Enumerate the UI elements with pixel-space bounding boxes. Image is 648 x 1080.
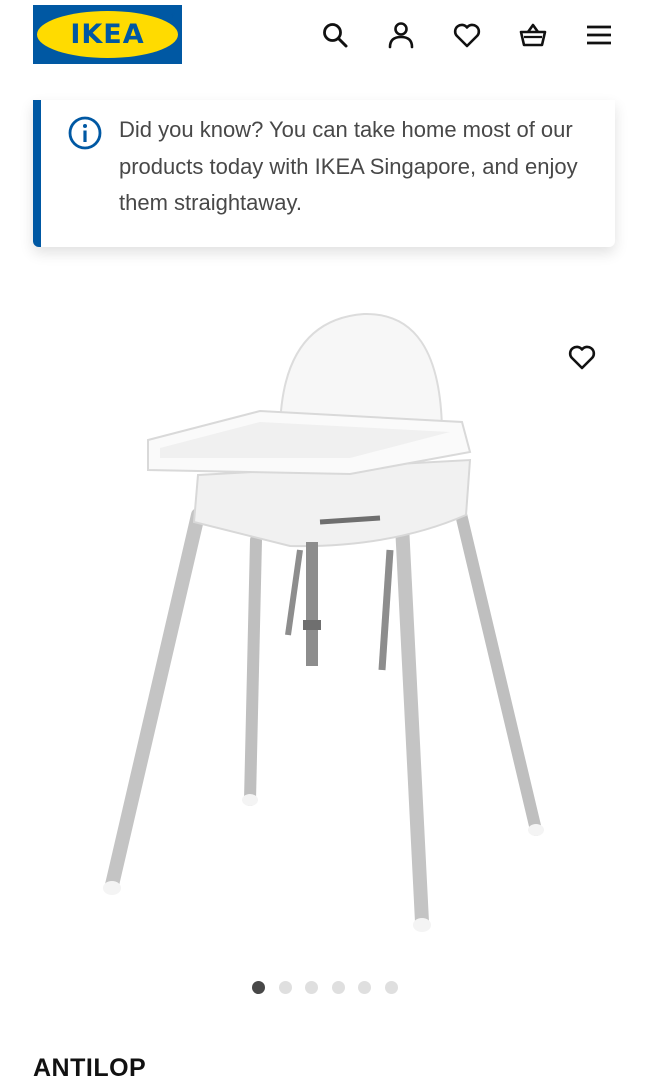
- heart-icon: [568, 345, 596, 370]
- product-name: ANTILOP: [33, 1054, 147, 1080]
- product-image[interactable]: [90, 300, 570, 940]
- carousel-dot[interactable]: [384, 981, 398, 994]
- logo-oval: IKEA: [37, 11, 178, 58]
- search-icon: [323, 23, 348, 48]
- ikea-logo[interactable]: IKEA ®: [33, 5, 182, 64]
- profile-icon: [388, 22, 414, 49]
- logo-registered-mark: ®: [170, 13, 176, 20]
- menu-button[interactable]: [578, 14, 620, 56]
- heart-icon: [453, 23, 481, 48]
- favourite-product-button[interactable]: [560, 335, 604, 379]
- carousel-dot[interactable]: [358, 981, 371, 994]
- image-carousel-dots: [0, 980, 648, 996]
- basket-button[interactable]: [512, 14, 554, 56]
- carousel-dot[interactable]: [278, 981, 292, 994]
- logo-text: IKEA: [70, 19, 145, 50]
- carousel-dot[interactable]: [252, 981, 265, 994]
- notice-text: Did you know? You can take home most of …: [119, 117, 578, 215]
- store-notice-banner: Did you know? You can take home most of …: [33, 100, 615, 247]
- carousel-dot[interactable]: [305, 981, 318, 994]
- favourites-button[interactable]: [446, 14, 488, 56]
- basket-icon: [519, 23, 547, 47]
- info-icon: [68, 116, 102, 150]
- carousel-dot[interactable]: [331, 981, 345, 994]
- profile-button[interactable]: [380, 14, 422, 56]
- search-button[interactable]: [314, 14, 356, 56]
- menu-icon: [587, 25, 611, 45]
- site-header: IKEA ®: [0, 0, 648, 100]
